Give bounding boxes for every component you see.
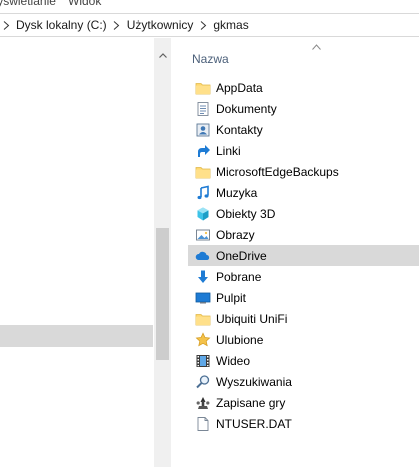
documents-icon [195,101,211,117]
navigation-pane [0,38,171,467]
file-row[interactable]: Wideo [188,350,419,371]
nav-scrollbar-thumb[interactable] [156,228,169,360]
file-name: Muzyka [216,185,258,200]
3d-objects-icon [195,206,211,222]
file-list-pane: Nazwa AppData Dokumenty Kontakty Linki Micro… [172,38,419,467]
breadcrumb-users[interactable]: Użytkownicy [125,14,196,36]
contacts-icon [195,122,211,138]
folder-icon [195,164,211,180]
file-row[interactable]: MicrosoftEdgeBackups [188,161,419,182]
file-row[interactable]: Pulpit [188,287,419,308]
ribbon-tab-view[interactable]: Widok [68,0,101,8]
searches-icon [195,374,211,390]
pictures-icon [195,227,211,243]
file-list: AppData Dokumenty Kontakty Linki MicrosoftEd… [188,77,419,434]
file-row[interactable]: Dokumenty [188,98,419,119]
nav-selected-item[interactable] [0,325,153,347]
links-icon [195,143,211,159]
file-row[interactable]: NTUSER.DAT [188,413,419,434]
file-row[interactable]: Pobrane [188,266,419,287]
file-name: Wideo [216,353,251,368]
file-name: Obiekty 3D [216,206,276,221]
file-row[interactable]: Wyszukiwania [188,371,419,392]
file-row[interactable]: Obrazy [188,224,419,245]
folder-icon [195,311,211,327]
file-row[interactable]: AppData [188,77,419,98]
ribbon-tab-view-options[interactable]: Wyświetlanie [0,0,56,8]
file-row[interactable]: OneDrive [188,245,419,266]
breadcrumb-chevron-icon[interactable] [0,14,14,36]
file-row[interactable]: Kontakty [188,119,419,140]
music-icon [195,185,211,201]
file-name: NTUSER.DAT [216,416,292,431]
file-name: Zapisane gry [216,395,286,410]
file-name: Kontakty [216,122,263,137]
onedrive-icon [195,248,211,264]
nav-pane-scrollbar[interactable] [154,38,171,467]
file-name: Pobrane [216,269,262,284]
ribbon-tab-row: Wyświetlanie Widok [0,0,419,8]
favorites-icon [195,331,211,348]
file-name: Dokumenty [216,101,277,116]
file-row[interactable]: Obiekty 3D [188,203,419,224]
file-row[interactable]: Muzyka [188,182,419,203]
file-explorer-window: Wyświetlanie Widok Dysk lokalny (C:) Uży… [0,0,419,467]
breadcrumb-chevron-icon[interactable] [195,14,211,36]
desktop-icon [195,290,211,306]
scroll-up-arrow-icon[interactable] [154,47,171,64]
saved-games-icon [195,395,211,411]
file-name: AppData [216,80,263,95]
videos-icon [195,353,211,369]
file-row[interactable]: Zapisane gry [188,392,419,413]
breadcrumb-chevron-icon[interactable] [109,14,125,36]
column-header-name[interactable]: Nazwa [192,52,229,66]
downloads-icon [195,269,211,285]
file-row[interactable]: Linki [188,140,419,161]
file-name: Obrazy [216,227,255,242]
file-name: OneDrive [216,248,267,263]
file-name: Wyszukiwania [216,374,292,389]
file-row[interactable]: Ubiquiti UniFi [188,308,419,329]
file-row[interactable]: Ulubione [188,329,419,350]
folder-icon [195,80,211,96]
file-name: Ubiquiti UniFi [216,311,288,326]
file-name: Pulpit [216,290,247,305]
breadcrumb-user-folder[interactable]: gkmas [211,14,250,36]
file-name: Ulubione [216,332,264,347]
breadcrumb-drive[interactable]: Dysk lokalny (C:) [14,14,109,36]
file-name: Linki [216,143,241,158]
file-icon [195,416,211,432]
sort-ascending-icon [312,44,321,50]
file-name: MicrosoftEdgeBackups [216,164,339,179]
address-bar[interactable]: Dysk lokalny (C:) Użytkownicy gkmas [0,13,419,37]
